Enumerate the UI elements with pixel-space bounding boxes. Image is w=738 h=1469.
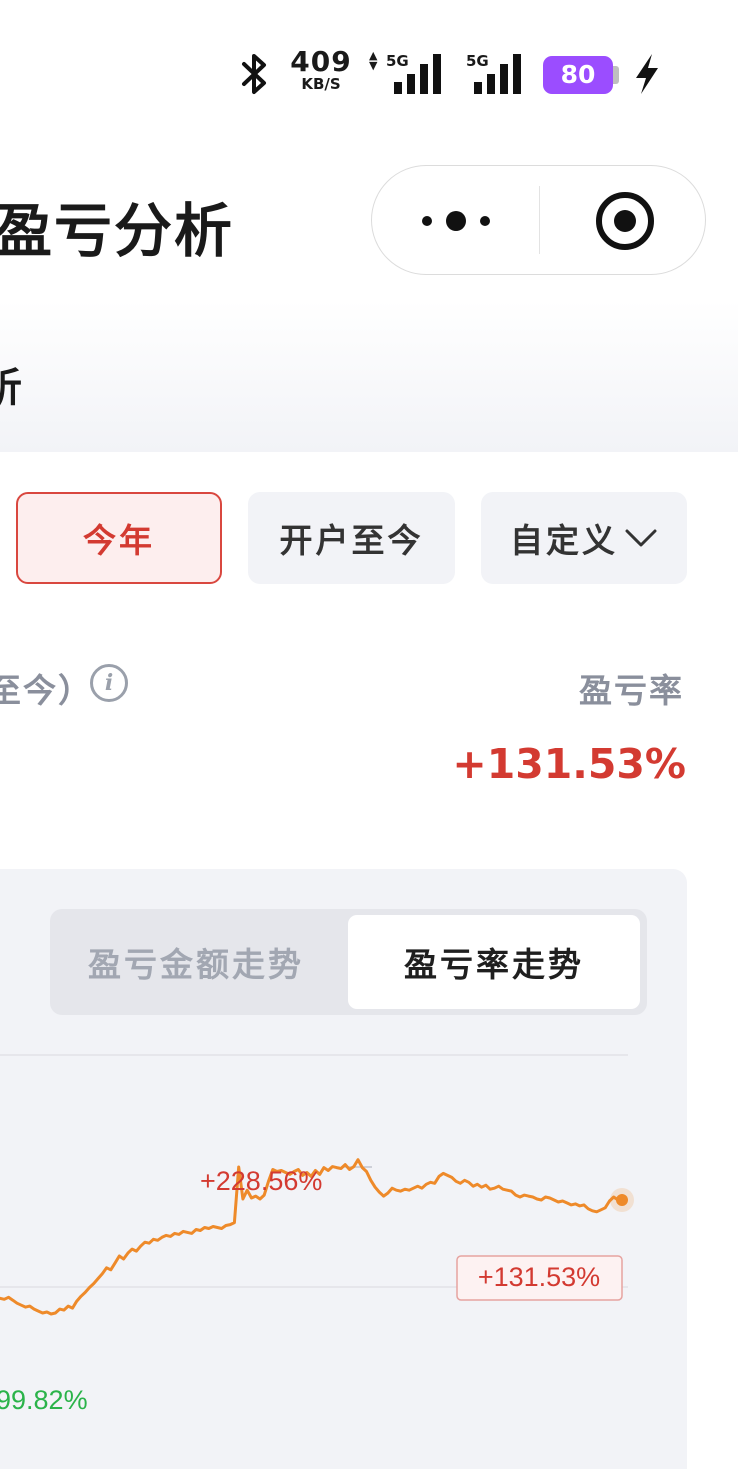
capsule-divider: [539, 186, 540, 254]
info-icon[interactable]: i: [90, 664, 128, 702]
signal-bars-icon: [394, 54, 441, 94]
battery-level: 80: [543, 56, 613, 94]
tab-profit-amount-trend[interactable]: 盈亏金额走势: [50, 915, 342, 1009]
period-this-year-button[interactable]: 今年: [16, 492, 222, 584]
profit-rate-label: 盈亏率: [579, 671, 684, 710]
signal-bars-icon: [474, 54, 521, 94]
bluetooth-icon: [242, 54, 266, 94]
section-title: 析: [0, 365, 22, 411]
network-speed-unit: KB/S: [301, 75, 341, 93]
max-value-label: +228.56%: [200, 1166, 322, 1196]
period-label: 至今）: [0, 671, 93, 710]
target-circle-icon[interactable]: [594, 190, 656, 252]
network-speed-value: 409: [290, 45, 352, 78]
period-custom-label: 自定义: [510, 521, 618, 560]
status-bar: 409 KB/S ▲ ▼ 5G 5G 80: [0, 0, 738, 150]
period-custom-button[interactable]: 自定义: [481, 492, 687, 584]
profit-rate-value: +131.53%: [452, 740, 686, 788]
more-dots-icon[interactable]: [422, 206, 492, 236]
period-since-open-button[interactable]: 开户至今: [248, 492, 455, 584]
tab-profit-rate-trend[interactable]: 盈亏率走势: [348, 915, 640, 1009]
charging-bolt-icon: [636, 54, 658, 94]
page-title: 盈亏分析: [0, 197, 235, 265]
battery-tip: [613, 66, 619, 84]
data-transfer-icon: ▲ ▼: [369, 49, 378, 72]
min-value-label: 99.82%: [0, 1385, 88, 1415]
chart-tab-switch: 盈亏金额走势 盈亏率走势: [50, 909, 647, 1015]
latest-value-label: +131.53%: [478, 1262, 600, 1292]
latest-point: [616, 1194, 628, 1206]
chevron-down-icon: [625, 529, 657, 547]
section-header: [0, 300, 738, 452]
network-speed: 409 KB/S: [290, 48, 352, 92]
profit-rate-chart: +228.56% +131.53% 99.82%: [0, 1054, 634, 1415]
mini-program-capsule: [371, 165, 706, 275]
